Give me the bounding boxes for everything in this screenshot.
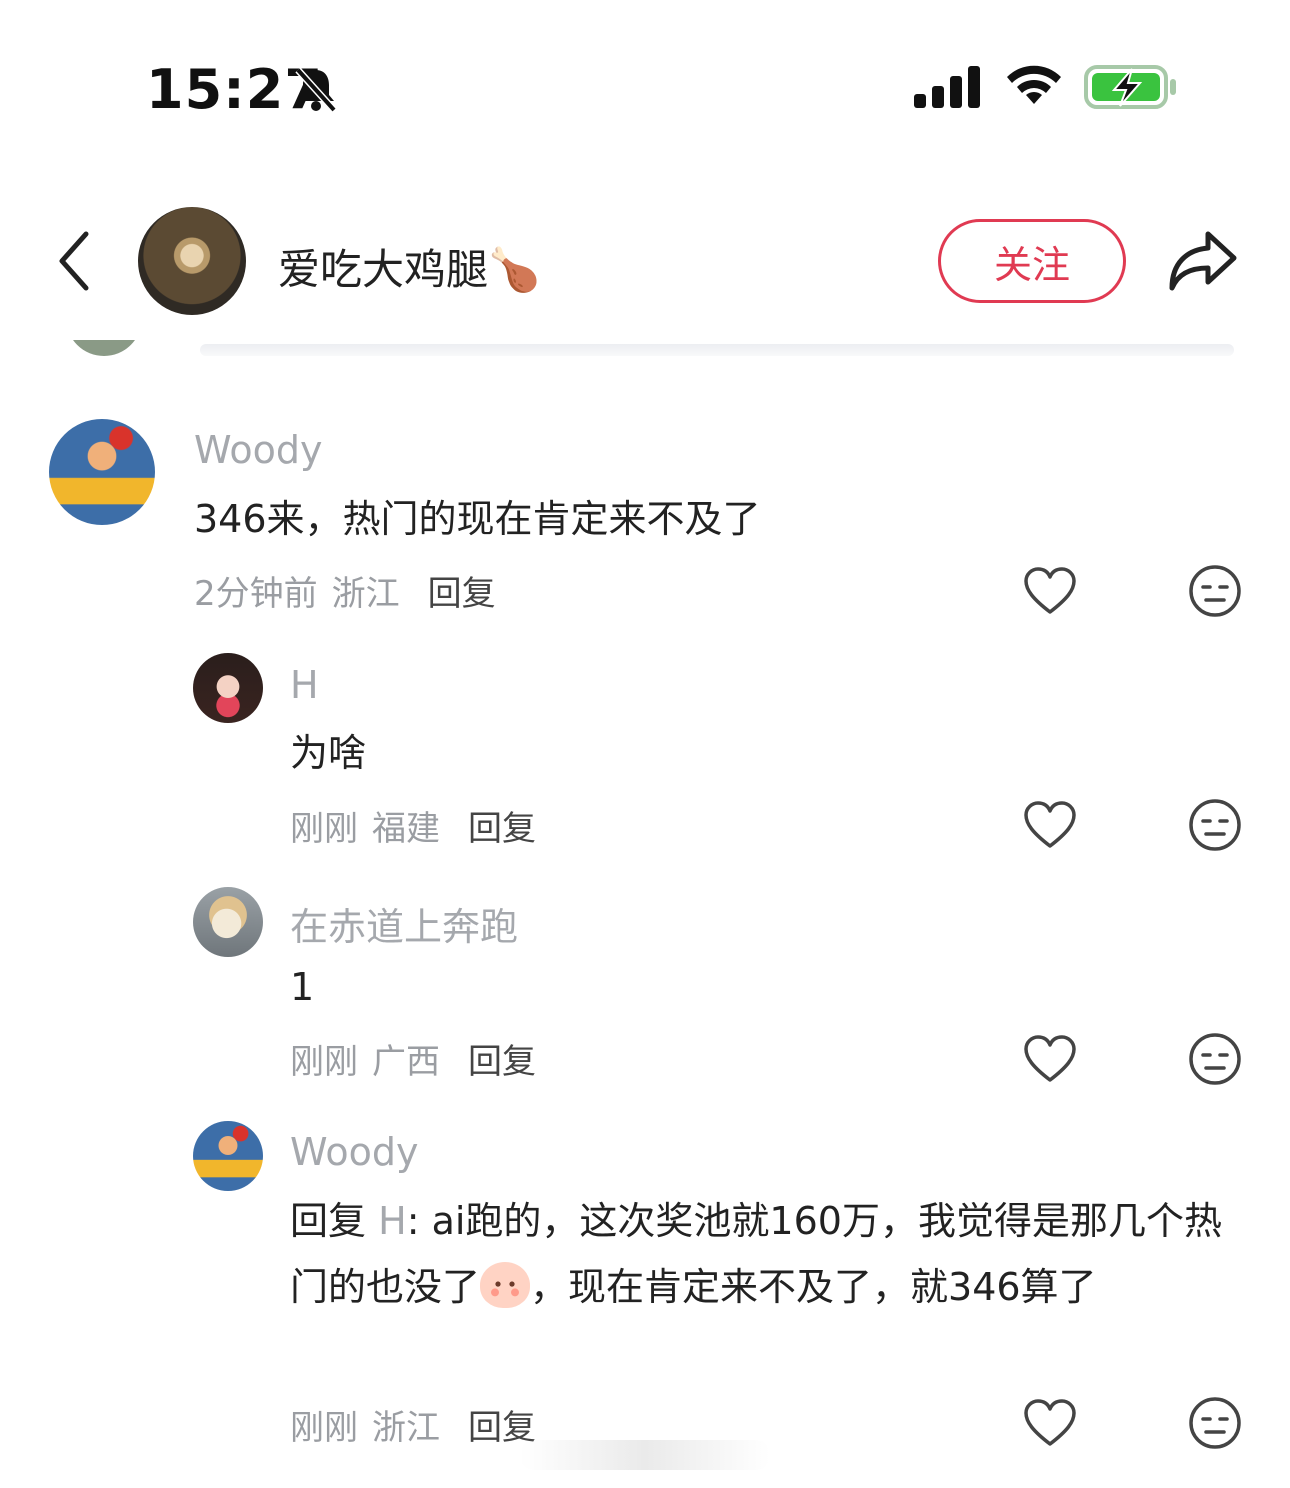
comment-region: 浙江 (331, 574, 400, 614)
share-icon[interactable] (1166, 228, 1238, 292)
author-name[interactable]: 爱吃大鸡腿🍗 (278, 236, 540, 297)
reply-text-part: ，现在肯定来不及了，就346算了 (530, 1265, 1097, 1309)
follow-button[interactable]: 关注 (938, 219, 1126, 303)
bell-slash-icon (295, 67, 337, 112)
watermark (520, 1440, 770, 1470)
mention-link[interactable]: H (378, 1199, 407, 1243)
avatar[interactable] (193, 1121, 263, 1191)
reply-username[interactable]: H (290, 663, 319, 707)
reply-button[interactable]: 回复 (468, 1042, 536, 1082)
reply-time: 刚刚 (290, 1042, 358, 1082)
blush-emoji-icon (480, 1262, 531, 1308)
dislike-face-icon[interactable] (1188, 1032, 1242, 1086)
reply-region: 广西 (372, 1042, 440, 1082)
avatar (66, 340, 142, 356)
battery-charging-icon (1084, 65, 1176, 109)
divider (200, 344, 1234, 356)
reply-meta: 刚刚 广西 回复 (290, 1034, 536, 1083)
heart-icon[interactable] (1023, 566, 1077, 616)
reply-prefix: 回复 (290, 1199, 367, 1243)
comment-text: 346来，热门的现在肯定来不及了 (194, 497, 761, 541)
avatar[interactable] (49, 419, 155, 525)
reply-username[interactable]: Woody (290, 1130, 418, 1174)
reply-button[interactable]: 回复 (468, 809, 536, 849)
heart-icon[interactable] (1023, 800, 1077, 850)
author-avatar[interactable] (138, 207, 246, 315)
heart-icon[interactable] (1023, 1034, 1077, 1084)
back-button[interactable] (54, 228, 94, 294)
reply-region: 浙江 (372, 1408, 440, 1448)
comment-meta: 2分钟前 浙江 回复 (194, 566, 496, 615)
heart-icon[interactable] (1023, 1398, 1077, 1448)
cellular-signal-icon (914, 66, 980, 108)
comment-time: 2分钟前 (194, 574, 318, 614)
reply-meta: 刚刚 浙江 回复 (290, 1400, 536, 1449)
comment-username[interactable]: Woody (194, 428, 322, 472)
avatar[interactable] (193, 653, 263, 723)
reply-text: 1 (290, 965, 315, 1009)
reply-button[interactable]: 回复 (428, 574, 496, 614)
dislike-face-icon[interactable] (1188, 564, 1242, 618)
reply-text: 回复 H: ai跑的，这次奖池就160万，我觉得是那几个热门的也没了 ，现在肯定来… (290, 1188, 1235, 1320)
reply-time: 刚刚 (290, 809, 358, 849)
dislike-face-icon[interactable] (1188, 1396, 1242, 1450)
dislike-face-icon[interactable] (1188, 798, 1242, 852)
reply-time: 刚刚 (290, 1408, 358, 1448)
reply-meta: 刚刚 福建 回复 (290, 801, 536, 850)
reply-region: 福建 (372, 809, 440, 849)
reply-text: 为啥 (290, 731, 367, 775)
reply-username[interactable]: 在赤道上奔跑 (290, 896, 518, 951)
wifi-icon (1007, 65, 1061, 104)
avatar[interactable] (193, 887, 263, 957)
